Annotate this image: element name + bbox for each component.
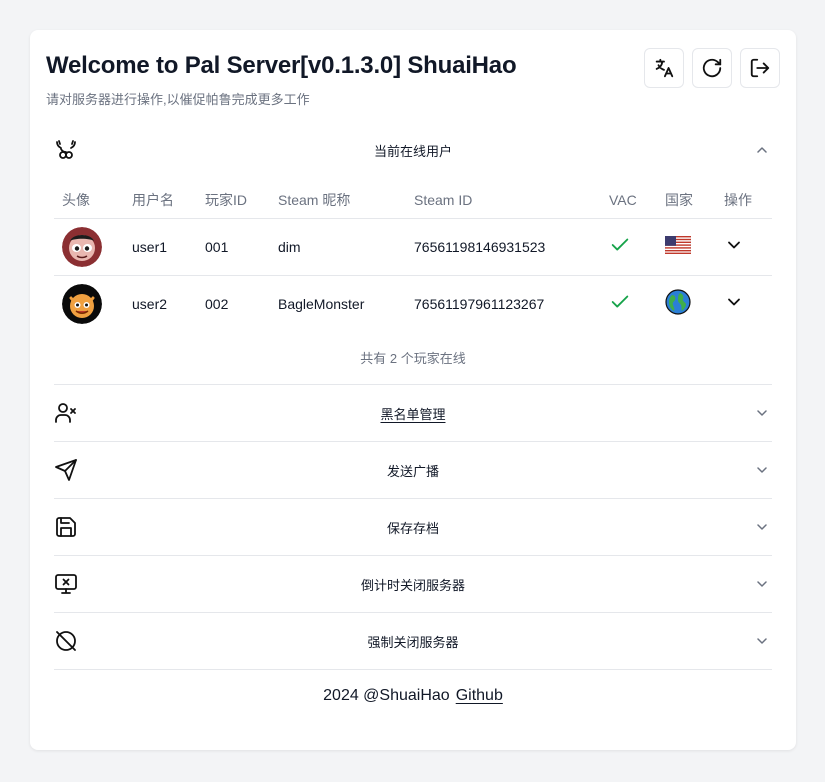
- col-vac: VAC: [601, 182, 657, 219]
- broadcast-section[interactable]: 发送广播: [54, 442, 772, 499]
- translate-button[interactable]: [644, 48, 684, 88]
- chevron-down-icon: [757, 467, 767, 473]
- countdown-shutdown-section[interactable]: 倒计时关闭服务器: [54, 556, 772, 613]
- vac-cell: [601, 275, 657, 332]
- nickname-cell: BagleMonster: [278, 295, 365, 312]
- avatar-cell: [54, 275, 124, 332]
- table-row: user1 001 dim 76561198146931523: [54, 218, 772, 276]
- blacklist-title: 黑名单管理: [380, 407, 446, 422]
- steam-id-cell: 76561198146931523: [406, 218, 601, 276]
- us-flag-icon: [664, 235, 692, 255]
- player-id-cell: 001: [197, 218, 270, 276]
- chevron-down-icon: [757, 524, 767, 530]
- chevron-down-icon: [757, 581, 767, 587]
- broadcast-title: 发送广播: [386, 464, 439, 479]
- check-icon: [611, 295, 629, 308]
- page-subtitle: 请对服务器进行操作,以催促帕鲁完成更多工作: [46, 92, 310, 107]
- footer: 2024 @ShuaiHao Github: [30, 687, 796, 705]
- col-steam-id: Steam ID: [406, 182, 601, 219]
- blacklist-section[interactable]: 黑名单管理: [54, 385, 772, 442]
- refresh-button[interactable]: [692, 48, 732, 88]
- online-users-table: 头像 用户名 玩家ID Steam 昵称 Steam ID VAC 国家 操作: [54, 182, 772, 332]
- translate-icon: [655, 58, 674, 78]
- chevron-down-icon[interactable]: [724, 235, 744, 255]
- table-row: user2 002 BagleMonster 76561197961123267: [54, 275, 772, 332]
- check-icon: [611, 238, 629, 251]
- logout-button[interactable]: [740, 48, 780, 88]
- vac-cell: [601, 218, 657, 276]
- chevron-down-icon: [757, 410, 767, 416]
- countdown-shutdown-title: 倒计时关闭服务器: [360, 578, 465, 593]
- chevron-down-icon[interactable]: [724, 292, 744, 312]
- steam-id-cell: 76561197961123267: [414, 295, 545, 312]
- username-cell: user1: [124, 218, 197, 276]
- force-shutdown-section[interactable]: 强制关闭服务器: [54, 613, 772, 670]
- page-title: Welcome to Pal Server[v0.1.3.0] ShuaiHao: [46, 52, 517, 79]
- country-cell: [657, 275, 716, 332]
- col-player-id: 玩家ID: [197, 182, 270, 219]
- col-username: 用户名: [124, 182, 197, 219]
- username-cell: user2: [132, 295, 168, 312]
- col-country: 国家: [657, 182, 716, 219]
- actions-cell: [716, 275, 772, 332]
- save-title: 保存存档: [386, 521, 439, 536]
- player-id-cell: 002: [205, 295, 229, 312]
- github-link[interactable]: Github: [456, 687, 503, 704]
- online-users-title: 当前在线用户: [373, 144, 452, 159]
- main-card: Welcome to Pal Server[v0.1.3.0] ShuaiHao…: [30, 30, 796, 750]
- country-cell: [657, 218, 716, 276]
- logout-icon: [750, 58, 770, 78]
- col-avatar: 头像: [54, 182, 124, 219]
- avatar: [62, 283, 102, 324]
- globe-icon: [665, 289, 691, 315]
- online-users-section[interactable]: 当前在线用户: [54, 122, 772, 179]
- chevron-down-icon: [757, 638, 767, 644]
- chevron-up-icon: [757, 147, 767, 153]
- force-shutdown-title: 强制关闭服务器: [367, 635, 459, 650]
- actions-cell: [716, 218, 772, 276]
- footer-text: 2024 @ShuaiHao: [323, 687, 450, 704]
- nickname-cell: dim: [270, 218, 406, 276]
- col-actions: 操作: [716, 182, 772, 219]
- avatar-cell: [54, 218, 124, 276]
- refresh-icon: [702, 58, 722, 78]
- col-steam-nickname: Steam 昵称: [270, 182, 406, 219]
- table-header-row: 头像 用户名 玩家ID Steam 昵称 Steam ID VAC 国家 操作: [54, 182, 772, 219]
- online-count-caption: 共有 2 个玩家在线: [360, 351, 466, 366]
- save-section[interactable]: 保存存档: [54, 499, 772, 556]
- avatar: [62, 226, 102, 267]
